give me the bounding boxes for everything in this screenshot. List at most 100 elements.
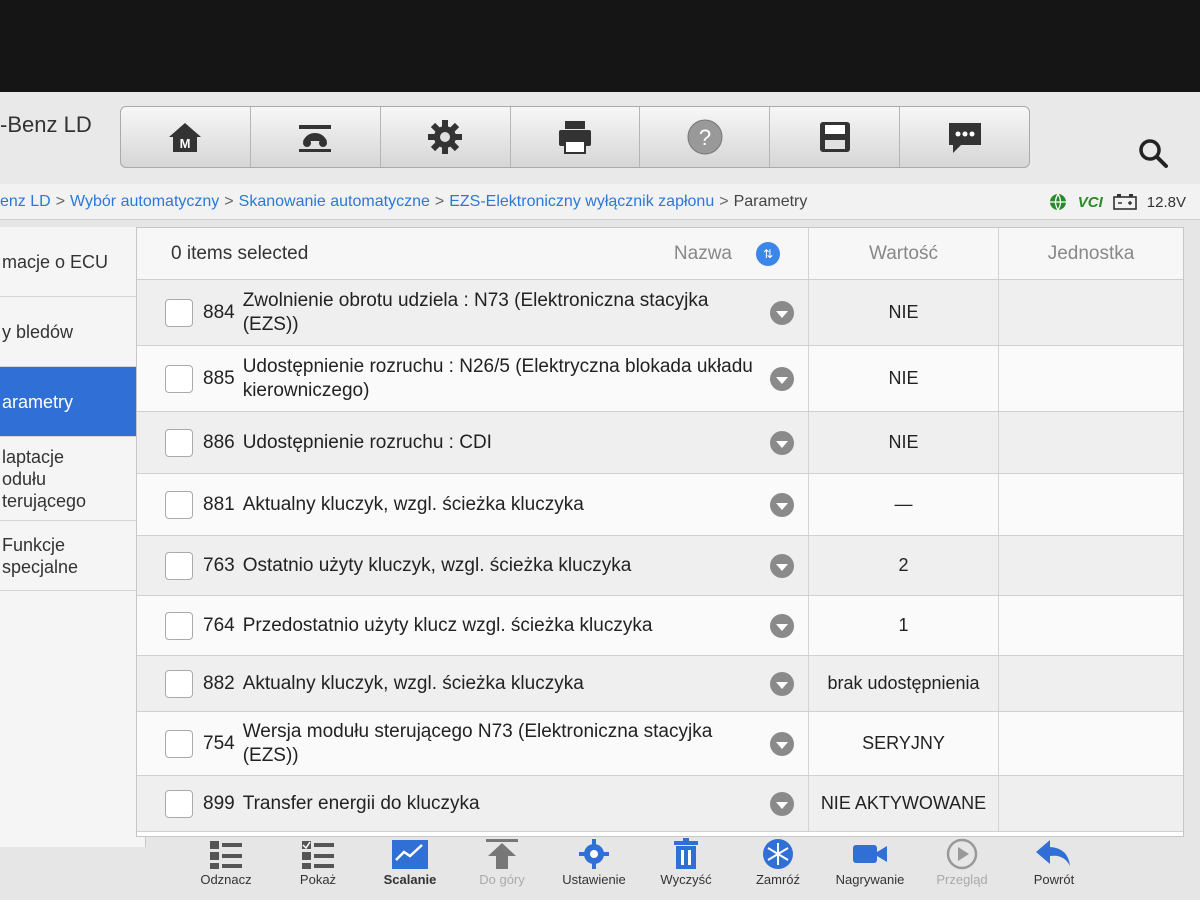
table-row[interactable]: 754 Wersja modułu sterującego N73 (Elektr… xyxy=(137,712,1183,776)
parameter-id: 886 xyxy=(203,431,235,453)
record-button[interactable]: Nagrywanie xyxy=(824,838,916,900)
move-up-button[interactable]: Do góry xyxy=(456,838,548,900)
review-button[interactable]: Przegląd xyxy=(916,838,1008,900)
chevron-down-icon[interactable] xyxy=(770,671,794,696)
parameter-unit xyxy=(999,596,1183,655)
vci-indicator: VCI xyxy=(1077,193,1103,211)
sidebar-item-special-functions[interactable]: Funkcje specjalne xyxy=(0,521,145,591)
chevron-down-icon[interactable] xyxy=(770,791,794,816)
parameter-id: 754 xyxy=(203,732,235,754)
print-button[interactable] xyxy=(511,107,641,167)
breadcrumb-separator: > xyxy=(224,193,234,210)
back-button[interactable]: Powrót xyxy=(1008,838,1100,900)
chevron-down-icon[interactable] xyxy=(770,731,794,756)
sidebar-item-error-codes[interactable]: y bledów xyxy=(0,297,145,367)
chevron-down-icon[interactable] xyxy=(770,300,794,325)
breadcrumb-item[interactable]: enz LD xyxy=(0,193,51,210)
parameter-name-cell: 885 Udostępnienie rozruchu : N26/5 (Elekt… xyxy=(137,346,809,411)
column-name-label: Nazwa xyxy=(673,242,732,264)
button-label: Odznacz xyxy=(200,872,252,887)
parameter-id: 899 xyxy=(203,792,235,814)
table-row[interactable]: 885 Udostępnienie rozruchu : N26/5 (Elekt… xyxy=(137,346,1183,412)
deselect-button[interactable]: Odznacz xyxy=(180,838,272,900)
table-row[interactable]: 764 Przedostatnio użyty klucz wzgl. ścież… xyxy=(137,596,1183,656)
sidebar-item-label: arametry xyxy=(2,391,74,412)
parameter-value: NIE xyxy=(809,412,999,473)
chevron-down-icon[interactable] xyxy=(770,553,794,578)
breadcrumb-separator: > xyxy=(719,193,729,210)
home-button[interactable]: M xyxy=(121,107,251,167)
parameter-value: 1 xyxy=(809,596,999,655)
row-checkbox[interactable] xyxy=(165,490,193,519)
sidebar-item-adaptations[interactable]: laptacje odułu terującego xyxy=(0,437,145,521)
save-button[interactable] xyxy=(770,107,901,167)
row-checkbox[interactable] xyxy=(165,364,193,393)
graph-icon xyxy=(392,840,428,869)
table-row[interactable]: 899 Transfer energii do kluczyka NIE AKTYW… xyxy=(137,776,1183,832)
row-checkbox[interactable] xyxy=(165,551,193,580)
sort-icon[interactable]: ⇅ xyxy=(756,241,780,266)
parameter-name-cell: 764 Przedostatnio użyty klucz wzgl. ścież… xyxy=(137,596,809,655)
sidebar-item-label: y bledów xyxy=(2,321,74,342)
parameter-name: Aktualny kluczyk, wzgl. ścieżka kluczyka xyxy=(242,493,584,515)
show-button[interactable]: Pokaż xyxy=(272,838,364,900)
app-title: -Benz LD xyxy=(0,112,92,137)
parameter-id: 881 xyxy=(203,493,235,515)
parameter-unit xyxy=(999,776,1183,831)
tablet-screen: -Benz LD M ? enz LD > Wybór automatyczny… xyxy=(0,92,1200,900)
video-icon xyxy=(853,845,887,863)
chevron-down-icon[interactable] xyxy=(770,492,794,517)
chevron-down-icon[interactable] xyxy=(770,613,794,638)
table-row[interactable]: 886 Udostępnienie rozruchu : CDI NIE xyxy=(137,412,1183,474)
breadcrumb-item[interactable]: Wybór automatyczny xyxy=(70,193,219,210)
chat-button[interactable] xyxy=(900,107,1029,167)
table-row[interactable]: 881 Aktualny kluczyk, wzgl. ścieżka klucz… xyxy=(137,474,1183,536)
settings-button[interactable] xyxy=(381,107,511,167)
row-checkbox[interactable] xyxy=(165,428,193,457)
button-label: Powrót xyxy=(1033,872,1075,887)
row-checkbox[interactable] xyxy=(165,611,193,640)
freeze-button[interactable]: Zamróź xyxy=(732,838,824,900)
parameter-unit xyxy=(999,536,1183,595)
breadcrumb-separator: > xyxy=(434,193,445,210)
status-area: VCI 12.8V xyxy=(1048,192,1186,212)
battery-icon xyxy=(1112,194,1137,210)
parameter-value: 2 xyxy=(809,536,999,595)
table-body: 884 Zwolnienie obrotu udziela : N73 (Elek… xyxy=(137,280,1183,832)
search-button[interactable] xyxy=(1136,136,1170,170)
parameter-id: 885 xyxy=(203,367,235,389)
settings-bottom-button[interactable]: Ustawienie xyxy=(548,838,640,900)
sidebar-item-label: macje o ECU xyxy=(2,251,109,272)
sidebar-item-ecu-info[interactable]: macje o ECU xyxy=(0,227,145,297)
chevron-down-icon[interactable] xyxy=(770,430,794,455)
voltage-readout: 12.8V xyxy=(1146,193,1186,211)
printer-icon xyxy=(559,121,591,154)
parameter-value: NIE xyxy=(809,346,999,411)
parameter-name: Ostatnio użyty kluczyk, wzgl. ścieżka kl… xyxy=(242,554,632,576)
vehicle-lift-button[interactable] xyxy=(251,107,381,167)
sidebar-item-parameters[interactable]: arametry xyxy=(0,367,145,437)
row-checkbox[interactable] xyxy=(165,789,193,818)
row-checkbox[interactable] xyxy=(165,669,193,698)
parameter-name-cell: 882 Aktualny kluczyk, wzgl. ścieżka klucz… xyxy=(137,656,809,711)
breadcrumb-bar: enz LD > Wybór automatyczny > Skanowanie aut… xyxy=(0,184,1200,220)
chevron-down-icon[interactable] xyxy=(770,366,794,391)
button-label: Wyczyść xyxy=(660,872,712,887)
selected-count: 0 items selected xyxy=(171,242,309,264)
parameter-unit xyxy=(999,656,1183,711)
help-button[interactable]: ? xyxy=(640,107,771,167)
clear-button[interactable]: Wyczyść xyxy=(640,838,732,900)
breadcrumb-item[interactable]: Skanowanie automatyczne xyxy=(239,193,430,210)
row-checkbox[interactable] xyxy=(165,298,193,327)
merge-button[interactable]: Scalanie xyxy=(364,838,456,900)
row-checkbox[interactable] xyxy=(165,729,193,758)
breadcrumb-item[interactable]: EZS-Elektroniczny wyłącznik zapłonu xyxy=(449,193,714,210)
bottom-toolbar: Odznacz Pokaż Scalanie Do góry Ustawieni… xyxy=(180,838,1100,900)
column-header-name[interactable]: 0 items selected Nazwa ⇅ xyxy=(137,228,809,279)
parameter-name-cell: 881 Aktualny kluczyk, wzgl. ścieżka klucz… xyxy=(137,474,809,535)
table-row[interactable]: 882 Aktualny kluczyk, wzgl. ścieżka klucz… xyxy=(137,656,1183,712)
parameter-unit xyxy=(999,280,1183,345)
table-row[interactable]: 884 Zwolnienie obrotu udziela : N73 (Elek… xyxy=(137,280,1183,346)
table-row[interactable]: 763 Ostatnio użyty kluczyk, wzgl. ścieżka… xyxy=(137,536,1183,596)
parameter-name: Udostępnienie rozruchu : N26/5 (Elektryc… xyxy=(242,355,753,401)
